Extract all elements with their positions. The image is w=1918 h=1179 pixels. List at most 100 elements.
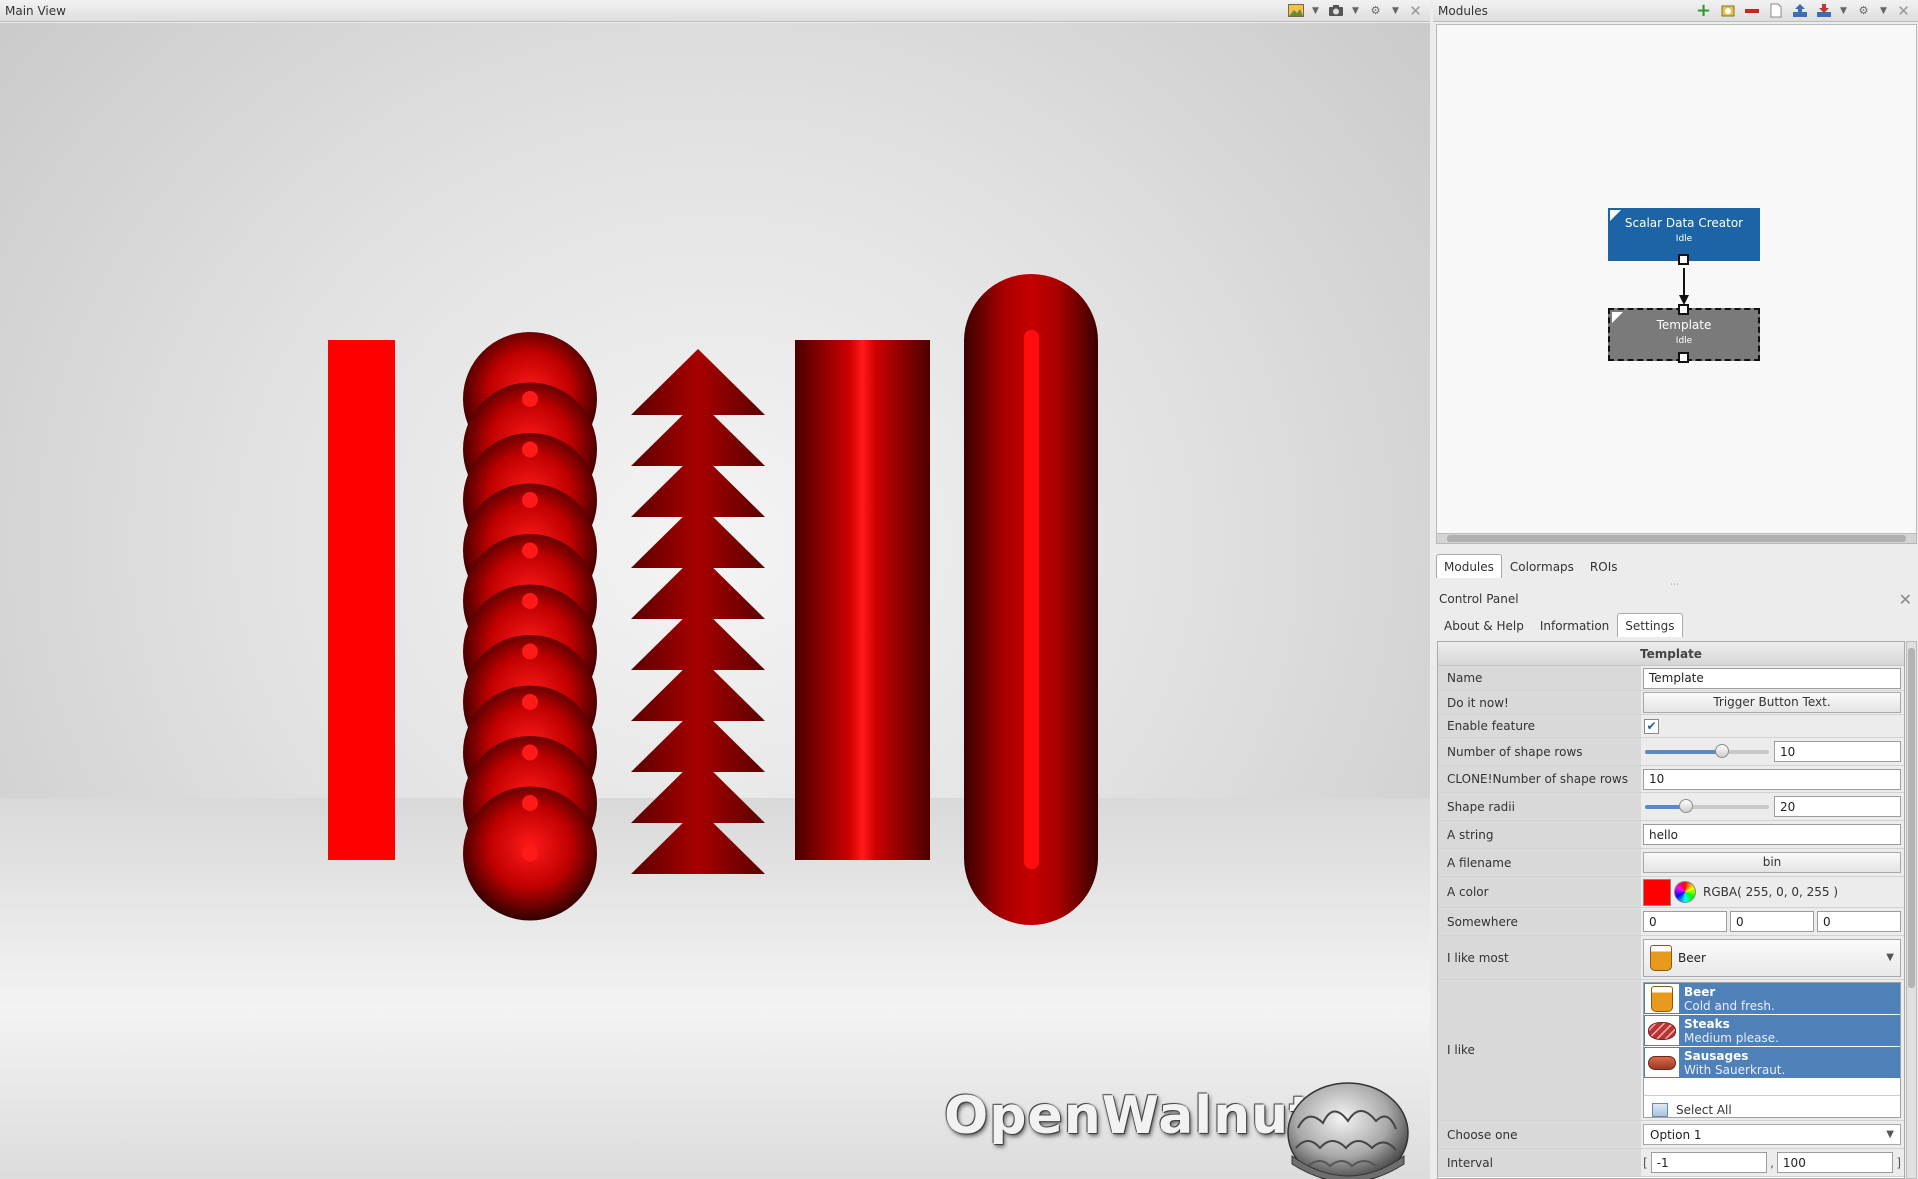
scene-shapes[interactable] [0,23,1430,1179]
chevron-down-icon[interactable]: ▼ [1311,3,1320,18]
beer-icon [1651,985,1673,1012]
property-row-somewhere: Somewhere 0 0 0 [1438,908,1904,936]
interval-max-input[interactable]: 100 [1776,1152,1894,1173]
save-icon[interactable] [1815,3,1832,18]
property-label: A filename [1447,855,1512,870]
sphere-column [463,332,597,921]
chevron-down-icon[interactable]: ▼ [1839,3,1848,18]
name-input[interactable]: Template [1643,667,1901,689]
property-label: Interval [1447,1155,1493,1170]
shape-rows-input[interactable]: 10 [1774,741,1901,762]
choose-one-select[interactable]: Option 1 ▼ [1643,1124,1901,1145]
interval-separator: , [1770,1155,1774,1170]
sphere-highlight [522,391,538,407]
color-value: RGBA( 255, 0, 0, 255 ) [1703,885,1839,899]
select-all-button[interactable]: Select All [1644,1095,1900,1123]
shape-radii-input[interactable]: 20 [1774,796,1901,817]
property-label: A color [1447,885,1489,899]
sphere-highlight [522,744,538,761]
cone-column [631,349,765,874]
enable-feature-checkbox[interactable]: ✔ [1644,718,1659,734]
list-item[interactable]: Sausages With Sauerkraut. [1644,1047,1900,1079]
property-row-do-it-now: Do it now! Trigger Button Text. [1438,691,1904,715]
modules-titlebar: Modules + ▼ ⚙ ▼ ✕ [1433,0,1918,22]
tab-settings[interactable]: Settings [1617,613,1683,637]
a-string-input[interactable]: hello [1643,824,1901,845]
select-all-label: Select All [1676,1102,1732,1117]
capsule-highlight [1024,330,1039,869]
chevron-down-icon[interactable]: ▼ [1391,3,1400,18]
chevron-down-icon[interactable]: ▼ [1351,3,1360,18]
horizontal-scrollbar[interactable] [1437,533,1916,543]
control-panel-titlebar: Control Panel ✕ [1433,589,1918,609]
somewhere-x-input[interactable]: 0 [1643,911,1727,932]
sphere-highlight [522,694,538,710]
shape-radii-slider[interactable] [1643,796,1771,817]
clone-shape-rows-input[interactable]: 10 [1643,768,1901,790]
module-node-template[interactable]: Template Idle [1608,304,1760,363]
tab-about-help[interactable]: About & Help [1436,613,1532,637]
list-item-description: With Sauerkraut. [1684,1062,1786,1077]
list-item-description: Medium please. [1684,1030,1779,1045]
remove-icon[interactable] [1743,3,1760,18]
vertical-scrollbar[interactable] [1906,641,1917,1179]
slider-handle[interactable] [1714,744,1729,758]
property-row-name: Name Template [1438,666,1904,691]
property-row-a-color: A color RGBA( 255, 0, 0, 255 ) [1438,877,1904,908]
slider-handle[interactable] [1678,799,1693,813]
output-port[interactable] [1678,352,1689,363]
load-icon[interactable] [1791,3,1808,18]
list-item[interactable]: Steaks Medium please. [1644,1015,1900,1047]
color-swatch[interactable] [1643,878,1671,906]
tab-rois[interactable]: ROIs [1582,554,1626,578]
picture-icon[interactable] [1287,3,1304,18]
gear-icon[interactable]: ⚙ [1367,3,1384,18]
settings-panel: Template Name Template Do it now! Trigge… [1437,641,1905,1179]
somewhere-y-input[interactable]: 0 [1730,911,1814,932]
gear-icon[interactable]: ⚙ [1855,3,1872,18]
module-graph-canvas[interactable]: Scalar Data Creator Idle Template Idle [1436,24,1917,544]
i-like-listbox[interactable]: Beer Cold and fresh. Steaks Medium pleas… [1643,982,1901,1118]
color-picker-icon[interactable] [1674,881,1696,903]
scrollbar-thumb[interactable] [1908,648,1915,988]
slider-fill [1645,750,1722,754]
node-status: Idle [1675,336,1693,346]
property-label: I like [1447,1043,1475,1057]
property-label: Number of shape rows [1447,744,1583,759]
roi-icon[interactable] [1719,3,1736,18]
trigger-button[interactable]: Trigger Button Text. [1643,692,1901,713]
close-icon[interactable]: ✕ [1895,2,1912,20]
main-view-title: Main View [5,3,66,18]
add-module-icon[interactable]: + [1695,0,1712,21]
property-row-shape-radii: Shape radii 20 [1438,793,1904,821]
main-3d-view[interactable]: OpenWalnut [0,23,1430,1179]
list-item-title: Steaks [1684,1016,1730,1031]
sphere-highlight [522,593,538,609]
property-label: Choose one [1447,1127,1518,1142]
tab-colormaps[interactable]: Colormaps [1502,554,1582,578]
camera-icon[interactable] [1327,3,1344,18]
close-icon[interactable]: ✕ [1899,590,1918,609]
somewhere-z-input[interactable]: 0 [1817,911,1901,932]
property-label: I like most [1447,950,1509,965]
sausage-icon [1648,1055,1676,1070]
list-item[interactable]: Beer Cold and fresh. [1644,983,1900,1015]
list-item-title: Sausages [1684,1048,1749,1063]
cylinder-shape [795,340,930,860]
input-port[interactable] [1678,304,1689,315]
tab-modules[interactable]: Modules [1436,554,1502,578]
beer-icon [1650,944,1672,971]
scrollbar-thumb[interactable] [1447,535,1906,542]
chevron-down-icon[interactable]: ▼ [1879,3,1888,18]
interval-min-input[interactable]: -1 [1650,1152,1768,1173]
filename-button[interactable]: bin [1643,852,1901,873]
shape-rows-slider[interactable] [1643,741,1771,762]
connection-arrow [1679,268,1689,305]
sphere-highlight [522,643,538,660]
property-row-interval: Interval [ -1 , 100 ] [1438,1149,1904,1177]
tab-information[interactable]: Information [1532,613,1617,637]
chevron-down-icon: ▼ [1886,952,1894,963]
close-icon[interactable]: ✕ [1407,2,1424,20]
new-file-icon[interactable] [1767,3,1784,18]
i-like-most-select[interactable]: Beer ▼ [1643,938,1901,977]
